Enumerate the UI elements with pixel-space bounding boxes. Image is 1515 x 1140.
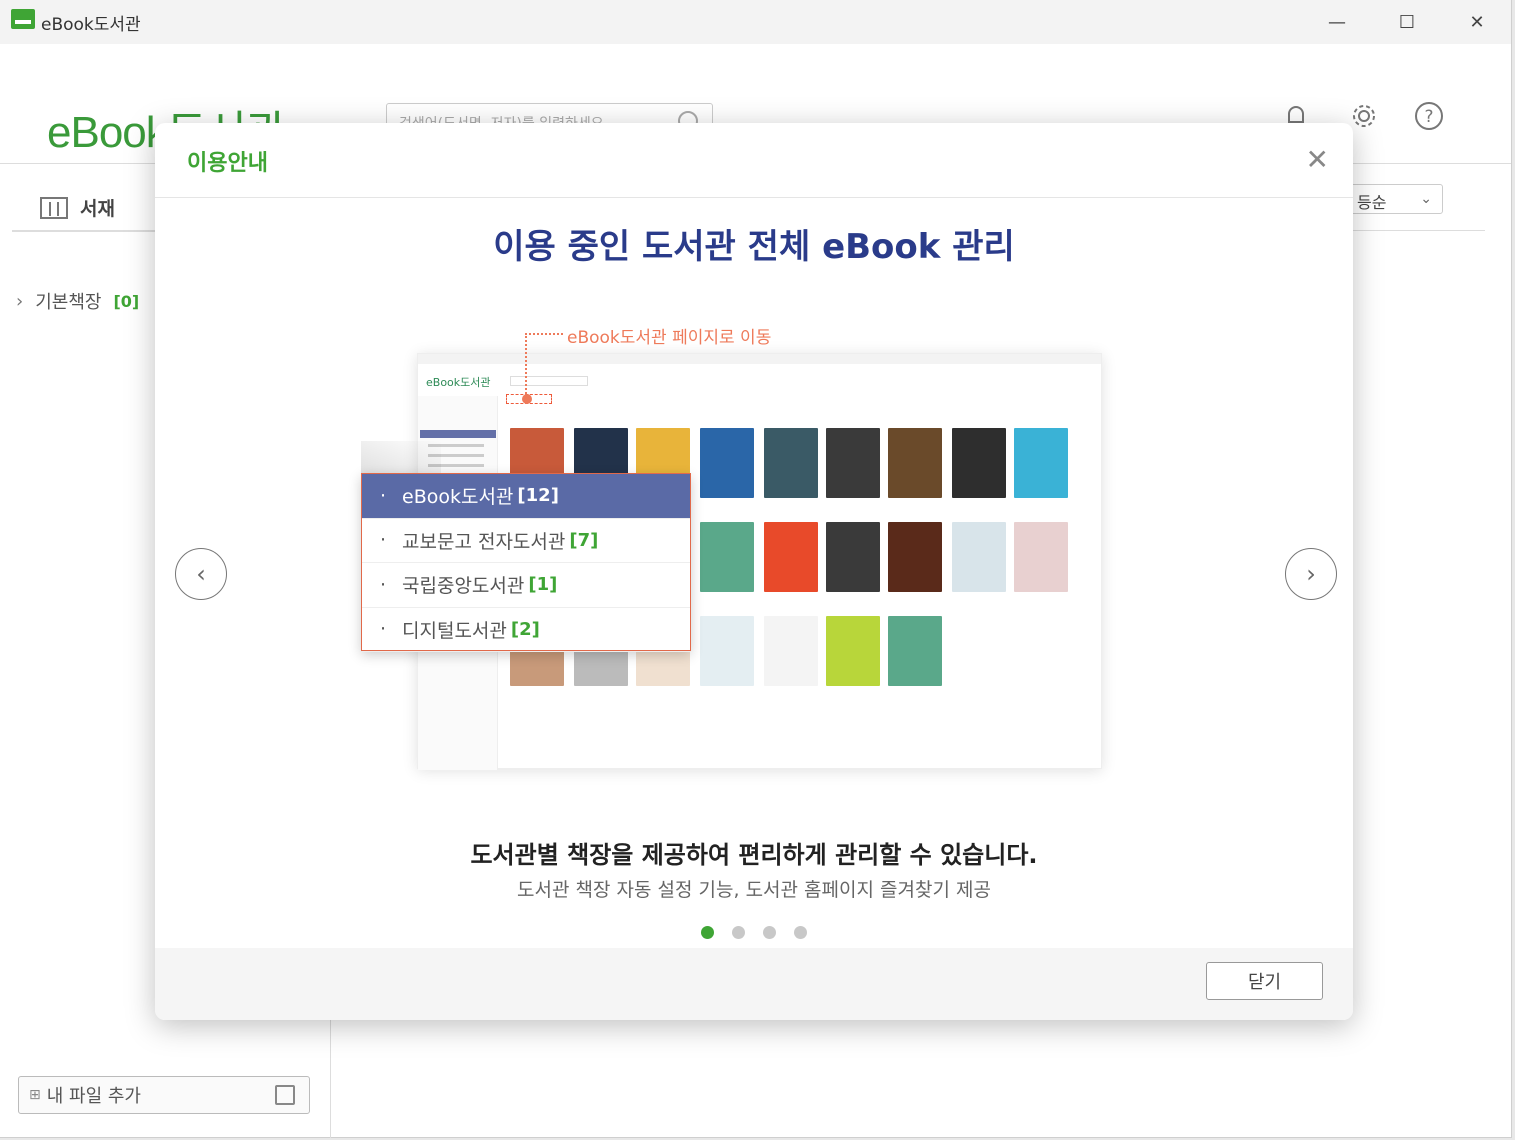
modal-header: 이용안내 ✕ <box>155 123 1353 198</box>
preview-highlight-dot <box>522 394 532 404</box>
next-slide-button[interactable]: › <box>1285 548 1337 600</box>
library-item: 교보문고 전자도서관 [7] <box>362 519 690 563</box>
book-cover <box>888 616 942 686</box>
guide-modal: 이용안내 ✕ 이용 중인 도서관 전체 eBook 관리 ‹ › eBook도서… <box>155 123 1353 1020</box>
slide-sub-description: 도서관 책장 자동 설정 기능, 도서관 홈페이지 즐겨찾기 제공 <box>517 879 991 901</box>
book-cover <box>764 616 818 686</box>
tab-library-label: 서재 <box>80 198 115 220</box>
library-name: 국립중앙도서관 <box>402 575 525 598</box>
slide-description: 도서관별 책장을 제공하여 편리하게 관리할 수 있습니다. <box>470 841 1038 869</box>
book-cover <box>700 616 754 686</box>
pagination-dot-4[interactable] <box>794 926 807 939</box>
slide-title: 이용 중인 도서관 전체 eBook 관리 <box>493 227 1015 267</box>
library-count: [2] <box>510 618 540 640</box>
library-item: eBook도서관 [12] <box>362 474 690 519</box>
preview-search <box>510 376 588 386</box>
tab-library[interactable]: 서재 <box>40 194 115 221</box>
svg-text:?: ? <box>1424 107 1433 127</box>
library-count: [12] <box>517 485 559 507</box>
book-cover <box>764 522 818 592</box>
help-icon[interactable]: ? <box>1413 100 1445 132</box>
library-name: eBook도서관 <box>402 486 514 509</box>
annotation-label: eBook도서관 페이지로 이동 <box>567 328 772 348</box>
preview-logo: eBook도서관 <box>426 376 491 389</box>
book-cover <box>764 428 818 498</box>
preview-selected-row <box>420 430 496 438</box>
app-window: eBook도서관 — ☐ ✕ eBook도서관 검색어(도서명, 저자)를 입력… <box>0 0 1512 1138</box>
library-name: 교보문고 전자도서관 <box>402 530 566 553</box>
book-cover <box>826 428 880 498</box>
chevron-down-icon: ⌄ <box>1420 191 1432 207</box>
close-icon[interactable]: ✕ <box>1306 143 1329 176</box>
slide-pagination <box>701 926 807 939</box>
plus-box-icon: ⊞ <box>29 1087 41 1103</box>
library-item: 국립중앙도서관 [1] <box>362 563 690 608</box>
book-cover <box>826 616 880 686</box>
book-cover <box>700 428 754 498</box>
main-divider <box>1350 230 1485 231</box>
book-cover <box>952 428 1006 498</box>
app-icon <box>11 9 35 29</box>
sidebar-item-default-shelf[interactable]: › 기본책장 [0] <box>16 288 139 314</box>
library-item: 디지털도서관 [2] <box>362 608 690 652</box>
book-cover <box>952 522 1006 592</box>
book-cover <box>826 522 880 592</box>
annotation-line <box>525 333 563 335</box>
book-cover <box>888 522 942 592</box>
close-button[interactable]: 닫기 <box>1206 962 1323 1000</box>
pagination-dot-1[interactable] <box>701 926 714 939</box>
chevron-right-icon: › <box>16 290 24 312</box>
prev-slide-button[interactable]: ‹ <box>175 548 227 600</box>
title-bar: eBook도서관 — ☐ ✕ <box>0 0 1511 44</box>
annotation-line <box>525 333 527 401</box>
book-cover <box>1014 428 1068 498</box>
library-dropdown: eBook도서관 [12] 교보문고 전자도서관 [7] 국립중앙도서관 [1]… <box>361 473 691 652</box>
pagination-dot-2[interactable] <box>732 926 745 939</box>
book-cover <box>888 428 942 498</box>
maximize-button[interactable]: ☐ <box>1372 0 1442 44</box>
add-file-label: 내 파일 추가 <box>46 1086 141 1107</box>
add-file-button[interactable]: ⊞ 내 파일 추가 <box>18 1076 310 1114</box>
minimize-button[interactable]: — <box>1302 0 1372 44</box>
window-title: eBook도서관 <box>41 15 141 35</box>
close-window-button[interactable]: ✕ <box>1442 0 1512 44</box>
bookshelf-icon <box>40 196 68 219</box>
shelf-label: 기본책장 <box>35 292 102 313</box>
modal-footer: 닫기 <box>155 948 1353 1020</box>
memo-icon <box>275 1085 295 1105</box>
book-cover <box>700 522 754 592</box>
sort-value: 등순 <box>1357 193 1387 212</box>
book-cover <box>1014 522 1068 592</box>
modal-title: 이용안내 <box>187 151 268 176</box>
dropdown-shadow <box>361 441 441 473</box>
preview-titlebar <box>418 354 1101 364</box>
library-name: 디지털도서관 <box>402 619 507 642</box>
pagination-dot-3[interactable] <box>763 926 776 939</box>
sort-select[interactable]: 등순 ⌄ <box>1350 184 1443 214</box>
shelf-count: [0] <box>113 291 140 311</box>
library-count: [7] <box>569 529 599 551</box>
library-count: [1] <box>528 574 558 596</box>
